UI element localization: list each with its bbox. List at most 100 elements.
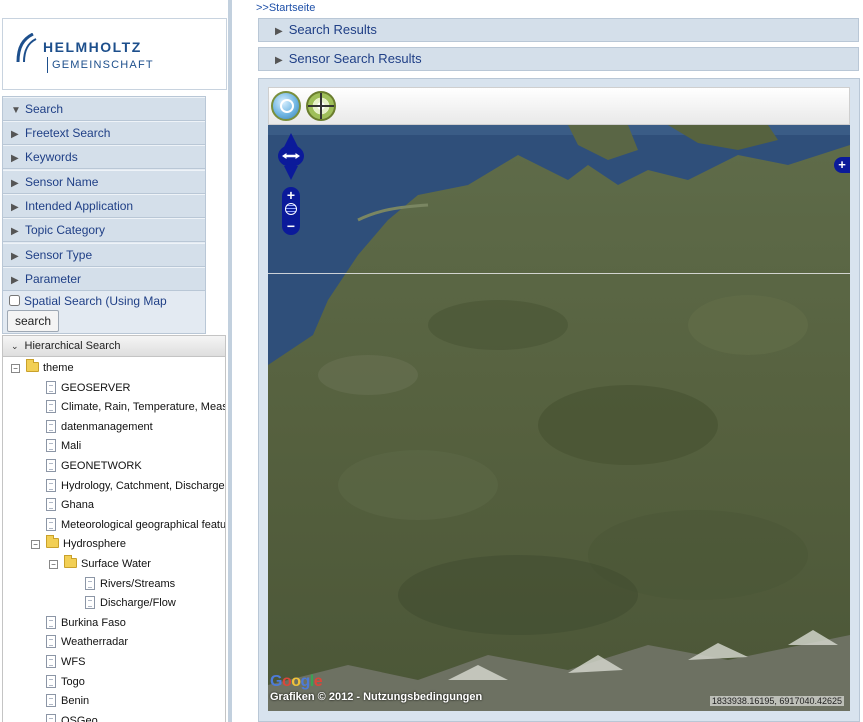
tree-node-label: Climate, Rain, Temperature, Measure: [61, 401, 226, 414]
pan-left-right-icon[interactable]: [278, 145, 304, 167]
tree-node-label: datenmanagement: [61, 420, 153, 433]
document-icon: [46, 517, 56, 531]
folder-icon: [26, 359, 39, 372]
triangle-right-icon: ▶: [11, 275, 19, 286]
document-icon: [46, 635, 56, 649]
tree-leaf-node[interactable]: WFS: [46, 653, 85, 671]
sensor-search-results-bar[interactable]: ▶ Sensor Search Results: [258, 47, 859, 71]
breadcrumb[interactable]: >>Startseite: [256, 2, 315, 14]
logo-line-1: HELMHOLTZ: [43, 39, 142, 55]
tree-leaf-node[interactable]: Discharge/Flow: [85, 594, 176, 612]
search-panel: ▼ Search ▶ Freetext Search ▶ Keywords ▶ Sens…: [2, 96, 206, 334]
triangle-right-icon: ▶: [11, 251, 19, 262]
tree-leaf-node[interactable]: GEONETWORK: [46, 457, 142, 475]
document-icon: [46, 478, 56, 492]
tree-leaf-node[interactable]: Rivers/Streams: [85, 575, 175, 593]
tile-seam: [268, 273, 850, 274]
tree-leaf-node[interactable]: Hydrology, Catchment, Discharge, Ga: [46, 477, 226, 495]
accordion-label: Parameter: [25, 272, 82, 286]
tree-folder-node[interactable]: − theme: [11, 359, 74, 377]
tree-leaf-node[interactable]: Ghana: [46, 496, 94, 514]
search-header-label: Search: [25, 102, 64, 116]
tree-leaf-node[interactable]: datenmanagement: [46, 418, 153, 436]
tree-node-label: GEOSERVER: [61, 381, 131, 394]
document-icon: [85, 596, 95, 610]
logo-line-2: GEMEINSCHAFT: [47, 57, 154, 73]
spatial-search-checkbox[interactable]: [9, 295, 20, 306]
tree-leaf-node[interactable]: Togo: [46, 673, 85, 691]
tree-node-label: Surface Water: [81, 558, 151, 570]
document-icon: [46, 380, 56, 394]
search-results-bar[interactable]: ▶ Search Results: [258, 18, 859, 42]
tree-node-label: Mali: [61, 440, 82, 453]
triangle-right-icon: ▶: [11, 153, 19, 164]
accordion-keywords[interactable]: ▶ Keywords: [3, 145, 205, 169]
tree-folder-node[interactable]: − Hydrosphere: [31, 535, 126, 553]
triangle-down-icon: ▼: [11, 105, 21, 116]
document-icon: [46, 713, 56, 722]
search-button[interactable]: search: [7, 310, 59, 332]
triangle-right-icon: ▶: [275, 26, 283, 37]
tree-leaf-node[interactable]: Climate, Rain, Temperature, Measure: [46, 398, 226, 416]
document-icon: [46, 400, 56, 414]
satellite-imagery: [268, 125, 850, 711]
column-divider[interactable]: [228, 0, 232, 722]
accordion-intended-application[interactable]: ▶ Intended Application: [3, 194, 205, 218]
tree-leaf-node[interactable]: Meteorological geographical features: [46, 516, 225, 534]
folder-icon: [64, 555, 77, 568]
tree-leaf-node[interactable]: Burkina Faso: [46, 614, 126, 632]
tree-leaf-node[interactable]: Mali: [46, 437, 81, 455]
accordion-label: Topic Category: [25, 223, 106, 237]
search-results-label: Search Results: [288, 22, 377, 37]
tree-leaf-node[interactable]: OSGeo: [46, 712, 98, 722]
crosshair-extent-icon[interactable]: [306, 91, 336, 121]
pan-control: [274, 133, 308, 181]
triangle-right-icon: ▶: [11, 202, 19, 213]
collapse-icon[interactable]: −: [49, 560, 58, 569]
sensor-search-results-label: Sensor Search Results: [288, 51, 422, 66]
accordion-sensor-type[interactable]: ▶ Sensor Type: [3, 243, 205, 267]
tree-leaf-node[interactable]: Weatherradar: [46, 633, 128, 651]
document-icon: [46, 615, 56, 629]
accordion-topic-category[interactable]: ▶ Topic Category: [3, 218, 205, 242]
document-icon: [46, 439, 56, 453]
zoom-tool-icon[interactable]: [271, 91, 301, 121]
collapse-icon[interactable]: −: [11, 364, 20, 373]
triangle-right-icon: ▶: [11, 129, 19, 140]
tree-node-label: WFS: [61, 656, 86, 668]
folder-icon: [46, 535, 59, 549]
triangle-right-icon: ▶: [11, 178, 19, 189]
zoom-in-icon[interactable]: +: [282, 188, 300, 202]
tree-leaf-node[interactable]: GEOSERVER: [46, 379, 131, 397]
zoom-out-icon[interactable]: −: [282, 219, 300, 233]
map-attribution[interactable]: Grafiken © 2012 - Nutzungsbedingungen: [270, 691, 482, 703]
search-header[interactable]: ▼ Search: [3, 97, 205, 121]
triangle-right-icon: ▶: [11, 226, 19, 237]
hierarchical-search-header[interactable]: ⌄ Hierarchical Search: [2, 335, 226, 357]
document-icon: [46, 459, 56, 472]
accordion-sensor-name[interactable]: ▶ Sensor Name: [3, 170, 205, 194]
hierarchy-tree: − theme GEOSERVER Climate, Rain, Temperatur…: [2, 357, 226, 722]
helmholtz-logo: HELMHOLTZ GEMEINSCHAFT: [2, 18, 227, 90]
accordion-label: Sensor Type: [25, 248, 93, 262]
collapse-icon[interactable]: −: [31, 540, 40, 550]
triangle-right-icon: ▶: [275, 55, 283, 66]
helmholtz-logo-mark-icon: [16, 33, 37, 63]
map-toolbar: [268, 87, 850, 125]
accordion-label: Keywords: [25, 150, 78, 164]
map-view[interactable]: + − + Google Grafiken © 2012 - Nutzungsb…: [268, 125, 850, 711]
accordion-parameter[interactable]: ▶ Parameter: [3, 267, 205, 291]
document-icon: [46, 655, 56, 668]
accordion-freetext-search[interactable]: ▶ Freetext Search: [3, 121, 205, 145]
zoom-world-icon[interactable]: [285, 203, 297, 215]
tree-node-label: Burkina Faso: [61, 616, 126, 629]
document-icon: [85, 576, 95, 590]
layer-switcher-plus-icon[interactable]: +: [834, 157, 850, 173]
mouse-coordinates: 1833938.16195, 6917040.42625: [709, 696, 844, 706]
tree-leaf-node[interactable]: Benin: [46, 692, 89, 710]
tree-folder-node[interactable]: − Surface Water: [49, 555, 151, 573]
pan-down-icon[interactable]: [284, 166, 298, 180]
tree-node-label: Hydrology, Catchment, Discharge, Ga: [61, 479, 226, 492]
accordion-label: Intended Application: [25, 199, 134, 213]
chevron-down-icon: ⌄: [11, 341, 19, 351]
